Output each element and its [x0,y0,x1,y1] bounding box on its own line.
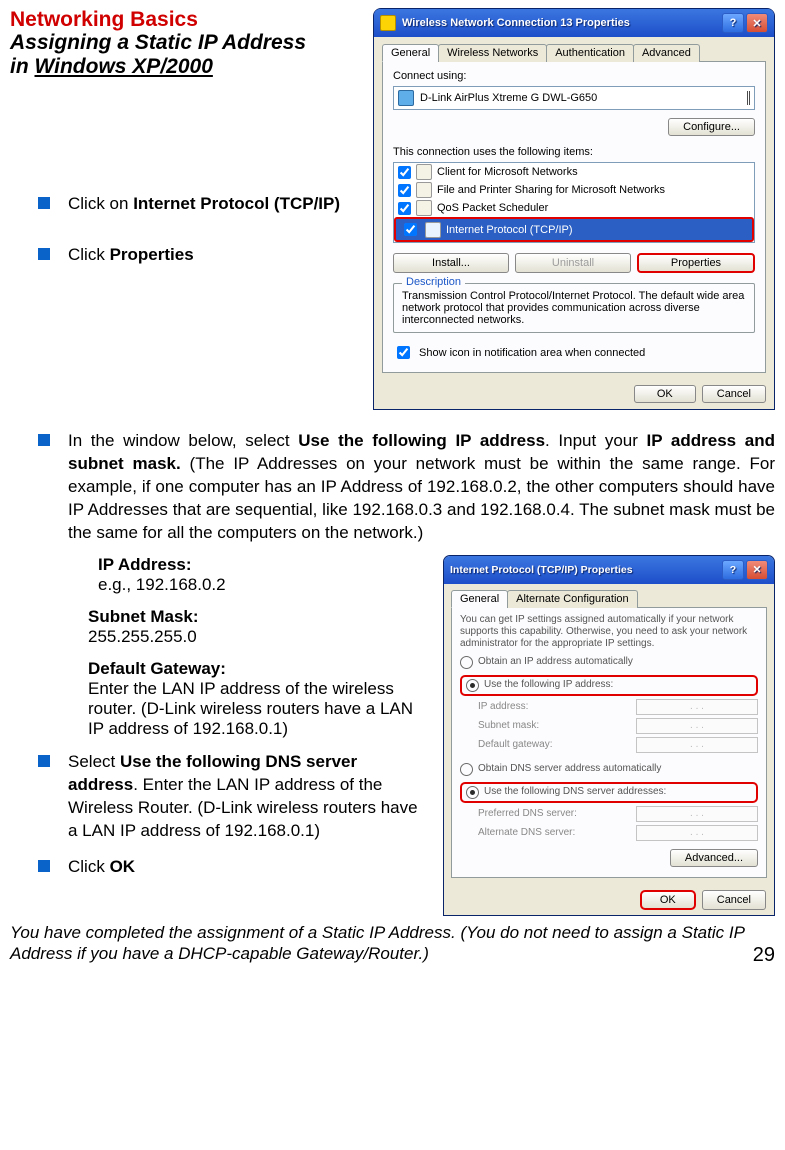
description-box: Description Transmission Control Protoco… [393,283,755,333]
dialog-connection-properties: Wireless Network Connection 13 Propertie… [373,8,775,410]
tab-alternate-config[interactable]: Alternate Configuration [507,590,638,608]
tab-authentication[interactable]: Authentication [546,44,634,62]
cancel-button[interactable]: Cancel [702,890,766,910]
ip-address-value: e.g., 192.168.0.2 [98,575,429,595]
bullet-properties: Click Properties [68,244,359,267]
list-item[interactable]: Client for Microsoft Networks [394,163,754,181]
sharing-icon [416,182,432,198]
item-label: Client for Microsoft Networks [437,166,578,178]
radio-label: Obtain an IP address automatically [478,656,633,668]
ip-settings-blurb: You can get IP settings assigned automat… [460,614,758,650]
radio-icon [466,786,479,799]
install-button[interactable]: Install... [393,253,509,273]
footer-note: You have completed the assignment of a S… [10,922,775,965]
qos-icon [416,200,432,216]
help-button[interactable]: ? [722,560,744,580]
radio-icon [460,656,473,669]
ok-button[interactable]: OK [640,890,696,910]
tcpip-icon [425,222,441,238]
subnet-mask-label: Subnet Mask: [88,607,429,627]
dialog1-titlebar: Wireless Network Connection 13 Propertie… [374,9,774,37]
close-button[interactable]: ✕ [746,13,768,33]
radio-label: Obtain DNS server address automatically [478,763,661,775]
radio-obtain-dns-auto[interactable]: Obtain DNS server address automatically [460,763,758,776]
field-alternate-dns[interactable]: Alternate DNS server:. . . [478,825,758,841]
text-cursor-icon [747,91,750,105]
bullet-click-ok: Click OK [68,856,429,879]
radio-use-following-ip[interactable]: Use the following IP address: [460,675,758,696]
page-number: 29 [753,943,775,968]
default-gateway-value: Enter the LAN IP address of the wireless… [88,679,429,739]
item-label: Internet Protocol (TCP/IP) [446,224,573,236]
client-icon [416,164,432,180]
bullet-dns: Select Use the following DNS server addr… [68,751,429,843]
cancel-button[interactable]: Cancel [702,385,766,403]
subnet-mask-value: 255.255.255.0 [88,627,429,647]
uninstall-button: Uninstall [515,253,631,273]
adapter-icon [398,90,414,106]
tab-general[interactable]: General [451,590,508,608]
help-button[interactable]: ? [722,13,744,33]
radio-icon [466,679,479,692]
ok-button[interactable]: OK [634,385,696,403]
dialog2-titlebar: Internet Protocol (TCP/IP) Properties ? … [444,556,774,584]
dialog-tcpip-properties: Internet Protocol (TCP/IP) Properties ? … [443,555,775,916]
show-icon-checkbox[interactable] [397,346,410,359]
list-item[interactable]: QoS Packet Scheduler [394,199,754,217]
subnet-mask-group: Subnet Mask: 255.255.255.0 [88,607,429,647]
tab-wireless-networks[interactable]: Wireless Networks [438,44,547,62]
adapter-name: D-Link AirPlus Xtreme G DWL-G650 [420,92,597,104]
show-icon-label: Show icon in notification area when conn… [419,347,645,359]
heading-subtitle: Assigning a Static IP Address in Windows… [10,31,359,79]
field-subnet-mask[interactable]: Subnet mask:. . . [478,718,758,734]
default-gateway-label: Default Gateway: [88,659,429,679]
radio-obtain-ip-auto[interactable]: Obtain an IP address automatically [460,656,758,669]
tab-advanced[interactable]: Advanced [633,44,700,62]
adapter-field[interactable]: D-Link AirPlus Xtreme G DWL-G650 [393,86,755,110]
item-checkbox[interactable] [404,223,417,236]
bullet-internet-protocol: Click on Internet Protocol (TCP/IP) [68,193,359,216]
list-item[interactable]: File and Printer Sharing for Microsoft N… [394,181,754,199]
radio-icon [460,763,473,776]
dialog1-title: Wireless Network Connection 13 Propertie… [402,17,630,29]
tab-general[interactable]: General [382,44,439,62]
field-preferred-dns[interactable]: Preferred DNS server:. . . [478,806,758,822]
item-label: QoS Packet Scheduler [437,202,548,214]
description-text: Transmission Control Protocol/Internet P… [402,290,746,326]
bullet-ip-explanation: In the window below, select Use the foll… [68,430,775,545]
default-gateway-group: Default Gateway: Enter the LAN IP addres… [88,659,429,739]
item-checkbox[interactable] [398,184,411,197]
radio-label: Use the following IP address: [484,679,613,691]
uses-items-label: This connection uses the following items… [393,146,755,158]
close-button[interactable]: ✕ [746,560,768,580]
item-checkbox[interactable] [398,202,411,215]
items-list[interactable]: Client for Microsoft Networks File and P… [393,162,755,243]
radio-label: Use the following DNS server addresses: [484,786,666,798]
configure-button[interactable]: Configure... [668,118,755,136]
field-default-gateway[interactable]: Default gateway:. . . [478,737,758,753]
dialog1-tabs: General Wireless Networks Authentication… [382,43,766,62]
item-checkbox[interactable] [398,166,411,179]
heading-title: Networking Basics [10,8,359,31]
app-icon [380,15,396,31]
ip-address-label: IP Address: [98,555,429,575]
description-legend: Description [402,276,465,288]
item-label: File and Printer Sharing for Microsoft N… [437,184,665,196]
list-item-tcpip-highlighted[interactable]: Internet Protocol (TCP/IP) [394,217,754,242]
advanced-button[interactable]: Advanced... [670,849,758,867]
connect-using-label: Connect using: [393,70,755,82]
field-ip-address[interactable]: IP address:. . . [478,699,758,715]
dialog2-title: Internet Protocol (TCP/IP) Properties [450,564,633,576]
properties-button[interactable]: Properties [637,253,755,273]
radio-use-following-dns[interactable]: Use the following DNS server addresses: [460,782,758,803]
ip-address-group: IP Address: e.g., 192.168.0.2 [98,555,429,595]
